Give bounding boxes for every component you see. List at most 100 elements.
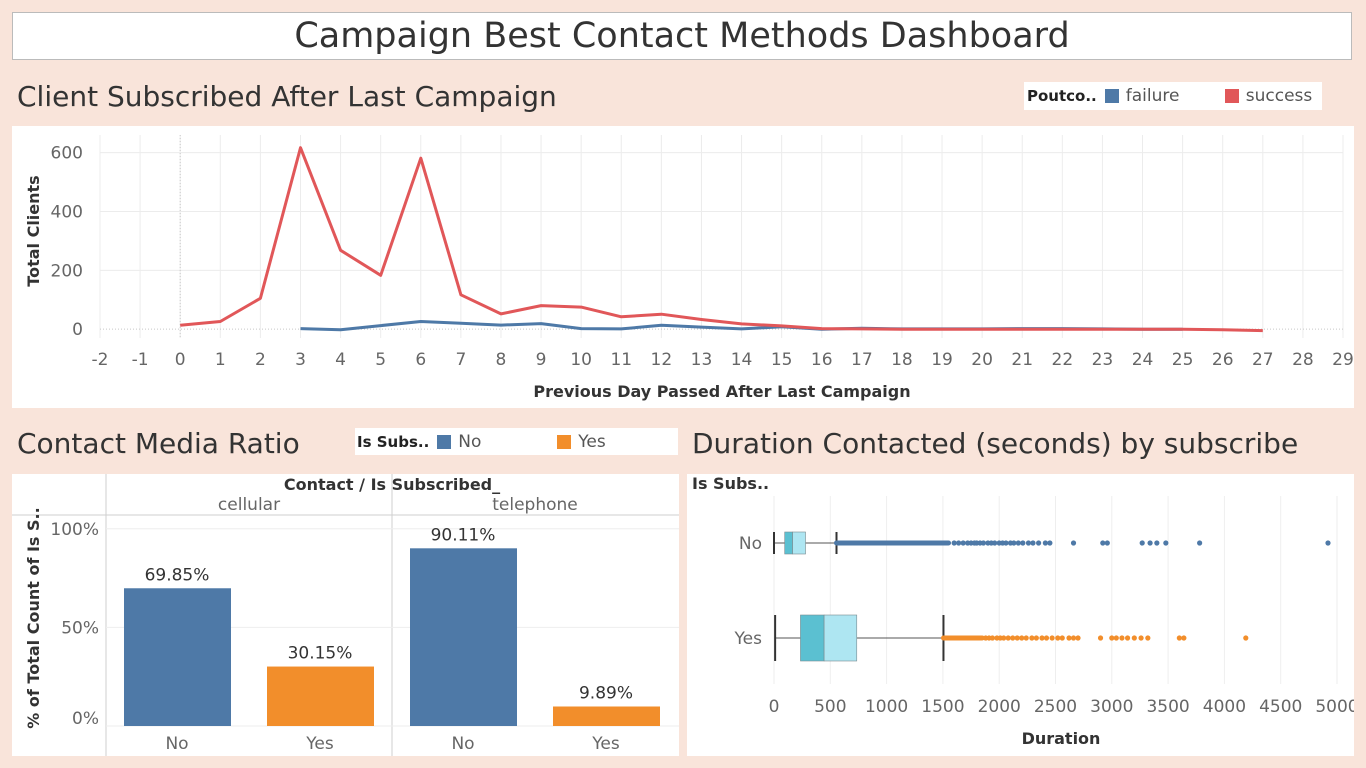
x-tick-label: Yes: [591, 734, 620, 754]
outlier-point: [1011, 540, 1017, 546]
x-tick-label: 25: [1172, 350, 1194, 370]
outlier-point: [1131, 635, 1137, 641]
row-header: Is Subs..: [692, 474, 769, 493]
line-chart: -2 -1 0 1 2 3 4 5 6 7 8 9 10 11 12 13 14 15 16 17 18 19 20 21 22…: [24, 135, 1354, 401]
bar-value-label: 30.15%: [288, 644, 353, 664]
legend-item-no[interactable]: No: [437, 432, 557, 452]
outlier-point: [1001, 635, 1007, 641]
x-tick-label: 8: [496, 350, 507, 370]
outlier-point: [1023, 635, 1029, 641]
y-tick-label: 600: [51, 144, 83, 164]
outlier-point: [1104, 540, 1110, 546]
x-tick-label: 1000: [865, 697, 908, 717]
legend-title: Poutco..: [1027, 87, 1097, 105]
x-tick-label: 16: [811, 350, 833, 370]
bar-chart: Contact / Is Subscribed_ % of Total Count…: [12, 474, 679, 756]
x-tick-label: 24: [1132, 350, 1154, 370]
bar-cellular-Yes: [267, 666, 374, 726]
outlier-point: [1039, 635, 1045, 641]
y-tick-label: 0: [72, 320, 83, 340]
row-label-No: No: [739, 534, 762, 554]
legend-label: success: [1245, 86, 1313, 106]
outlier-point: [1014, 635, 1020, 641]
outlier-point: [1176, 635, 1182, 641]
x-tick-label: 10: [570, 350, 592, 370]
outlier-point: [1025, 540, 1032, 546]
outlier-point: [1097, 635, 1104, 641]
box-upper-half: [792, 531, 806, 555]
bar-value-label: 69.85%: [145, 565, 210, 585]
outlier-point: [1047, 540, 1053, 546]
legend-swatch: [1224, 89, 1239, 103]
x-tick-label: 2000: [978, 697, 1021, 717]
legend-item-success[interactable]: success: [1224, 86, 1313, 106]
x-tick-label: 17: [851, 350, 873, 370]
outlier-point: [1139, 540, 1145, 546]
x-tick-label: 23: [1092, 350, 1114, 370]
outlier-point: [1030, 540, 1036, 546]
outlier-point: [960, 540, 966, 546]
y-tick-label: 0%: [72, 709, 99, 729]
outlier-point: [1010, 635, 1016, 641]
outlier-point: [1075, 635, 1081, 641]
outlier-point: [1154, 540, 1160, 546]
bar-chart-legend[interactable]: Is Subs.. No Yes: [355, 428, 678, 455]
x-tick-label: 4: [335, 350, 346, 370]
box-chart-panel: Is Subs.. 0 500 1000 1500 2000 2500 3000 3500 400…: [687, 474, 1359, 756]
x-tick-label: 5: [375, 350, 386, 370]
line-chart-legend[interactable]: Poutco.. failure success: [1024, 82, 1322, 110]
x-axis-title: Previous Day Passed After Last Campaign: [533, 382, 910, 401]
outlier-point: [992, 540, 998, 546]
series-line-success: [180, 146, 1263, 333]
bar-value-label: 9.89%: [579, 683, 633, 703]
outlier-point: [1019, 635, 1025, 641]
x-tick-label: 0: [769, 697, 780, 717]
legend-title: Is Subs..: [357, 432, 430, 451]
outlier-point: [1100, 540, 1106, 546]
outlier-point: [1113, 635, 1119, 641]
y-tick-label: 100%: [50, 520, 99, 540]
y-axis-title: % of Total Count of Is S..: [24, 507, 43, 728]
bar-chart-title: Contact Media Ratio: [17, 427, 300, 460]
outlier-point: [1181, 635, 1187, 641]
legend-label: failure: [1125, 86, 1180, 106]
legend-label: No: [458, 431, 482, 452]
bar-cellular-No: [124, 588, 231, 726]
x-tick-label: 3500: [1146, 697, 1189, 717]
line-chart-panel: -2 -1 0 1 2 3 4 5 6 7 8 9 10 11 12 13 14 15 16 17 18 19 20 21 22…: [12, 126, 1354, 408]
outlier-point: [1005, 635, 1011, 641]
outlier-point: [980, 540, 987, 546]
x-tick-label: 5000: [1315, 697, 1354, 717]
legend-label: Yes: [578, 431, 606, 452]
column-header: Contact / Is Subscribed_: [284, 475, 500, 494]
outlier-point: [1042, 540, 1048, 546]
outlier-point: [1070, 540, 1077, 546]
x-tick-label: 4000: [1203, 697, 1246, 717]
outlier-point: [1055, 635, 1061, 641]
line-chart-title: Client Subscribed After Last Campaign: [17, 80, 557, 113]
y-tick-label: 50%: [61, 618, 99, 638]
x-tick-label: 1: [215, 350, 226, 370]
x-tick-label: 14: [731, 350, 753, 370]
x-tick-label: 12: [651, 350, 673, 370]
box-chart: Is Subs.. 0 500 1000 1500 2000 2500 3000 3500 400…: [692, 474, 1359, 748]
x-tick-label: 1500: [921, 697, 964, 717]
legend-swatch: [1104, 89, 1119, 103]
x-tick-label: 7: [455, 350, 466, 370]
x-tick-label: 21: [1011, 350, 1033, 370]
row-label-Yes: Yes: [734, 629, 763, 649]
outlier-point: [1020, 540, 1026, 546]
x-tick-label: 18: [891, 350, 913, 370]
legend-item-failure[interactable]: failure: [1104, 86, 1225, 106]
legend-item-yes[interactable]: Yes: [557, 431, 606, 452]
outlier-point: [1066, 635, 1072, 641]
x-tick-label: 500: [814, 697, 846, 717]
outlier-point: [1043, 635, 1050, 641]
box-chart-title: Duration Contacted (seconds) by subscrib…: [692, 427, 1299, 460]
y-axis-title: Total Clients: [24, 175, 43, 286]
x-tick-label: 20: [971, 350, 993, 370]
box-upper-half: [823, 614, 858, 662]
x-tick-label: 11: [610, 350, 632, 370]
bar-chart-panel: Contact / Is Subscribed_ % of Total Count…: [12, 474, 679, 756]
x-tick-label: -1: [132, 350, 149, 370]
